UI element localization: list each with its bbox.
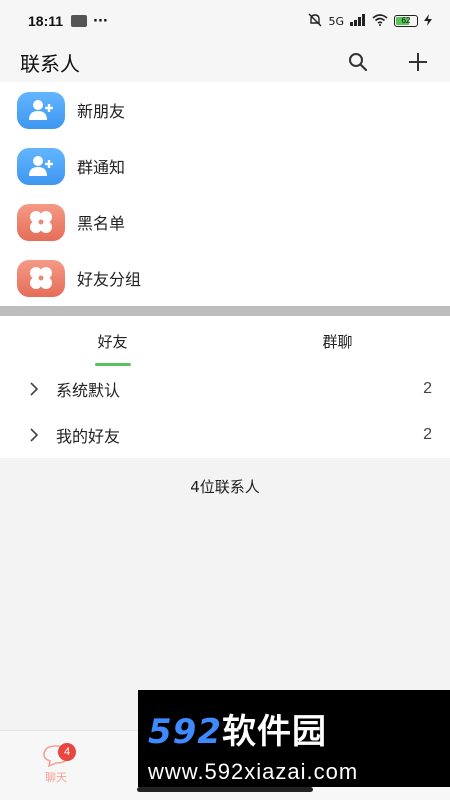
add-user-icon — [17, 147, 65, 185]
menu-item-new-friends[interactable]: 新朋友 — [0, 82, 450, 138]
watermark-number: 592 — [148, 712, 222, 752]
nav-chat-label: 聊天 — [45, 771, 67, 784]
menu-item-label: 群通知 — [77, 158, 126, 177]
group-row-default[interactable]: 系统默认 2 — [0, 366, 450, 412]
signal-icon — [350, 13, 366, 29]
header-actions — [346, 50, 430, 74]
search-button[interactable] — [346, 50, 370, 74]
home-indicator[interactable] — [137, 787, 313, 792]
unread-badge: 4 — [58, 743, 76, 761]
plus-icon — [409, 53, 427, 71]
add-user-icon — [17, 91, 65, 129]
group-count: 2 — [423, 426, 432, 443]
battery-icon: 62 — [394, 15, 418, 27]
status-right: 5G 62 — [308, 13, 432, 30]
section-divider — [0, 306, 450, 316]
signal-label: 5G — [328, 14, 344, 28]
contact-tabs: 好友 群聊 — [0, 316, 450, 366]
app-notification-icon — [71, 15, 88, 27]
menu-item-label: 新朋友 — [77, 102, 126, 121]
status-bar: 18:11 ··· 5G 62 — [0, 0, 450, 42]
add-button[interactable] — [406, 50, 430, 74]
app-header: 联系人 — [0, 42, 450, 82]
tab-friends[interactable]: 好友 — [0, 316, 225, 366]
menu-item-friend-groups[interactable]: 好友分组 — [0, 250, 450, 306]
wifi-icon — [372, 13, 388, 29]
clover-icon — [17, 259, 65, 297]
nav-chat-tab[interactable]: 4 聊天 — [34, 741, 78, 791]
group-row-my-friends[interactable]: 我的好友 2 — [0, 412, 450, 458]
group-name: 我的好友 — [56, 427, 121, 446]
charging-icon — [424, 13, 432, 29]
chevron-right-icon — [26, 427, 42, 443]
watermark-url: www.592xiazai.com — [148, 759, 359, 784]
watermark-title: 592软件园 — [148, 704, 450, 753]
group-name: 系统默认 — [56, 381, 121, 400]
clover-icon — [17, 203, 65, 241]
battery-level: 62 — [401, 16, 411, 25]
contact-count-summary: 4位联系人 — [190, 478, 260, 496]
mute-icon — [308, 13, 322, 30]
search-icon — [349, 53, 368, 72]
watermark-brand: 软件园 — [221, 712, 327, 752]
group-count: 2 — [423, 380, 432, 397]
chevron-right-icon — [26, 381, 42, 397]
contact-menu: 新朋友 群通知 黑名单 好友分组 — [0, 82, 450, 306]
watermark-logo: 592软件园 www.592xiazai.com — [138, 690, 450, 787]
status-more: ··· — [93, 13, 108, 29]
friend-group-list: 系统默认 2 我的好友 2 — [0, 366, 450, 458]
menu-item-blacklist[interactable]: 黑名单 — [0, 194, 450, 250]
menu-item-label: 好友分组 — [77, 270, 142, 289]
status-time: 18:11 — [28, 13, 64, 29]
menu-item-group-notice[interactable]: 群通知 — [0, 138, 450, 194]
menu-item-label: 黑名单 — [77, 214, 126, 233]
page-title: 联系人 — [20, 51, 80, 76]
tab-group-chats[interactable]: 群聊 — [225, 316, 450, 366]
